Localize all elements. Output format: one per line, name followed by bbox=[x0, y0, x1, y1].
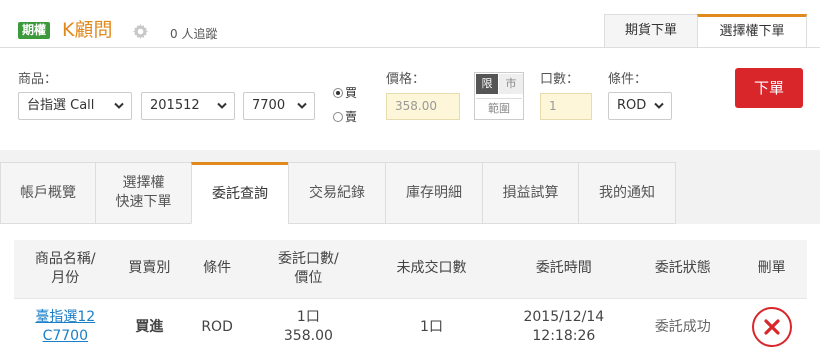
month-value: 201512 bbox=[150, 98, 200, 113]
follower-count: 0 人追蹤 bbox=[170, 27, 218, 41]
chevron-down-icon bbox=[297, 102, 307, 109]
strike-select[interactable]: 7700 bbox=[243, 92, 315, 120]
qty-input[interactable]: 1 bbox=[540, 93, 592, 120]
tab-options-order[interactable]: 選擇權下單 bbox=[697, 14, 807, 48]
cell-side: 買進 bbox=[116, 297, 183, 356]
condition-value: ROD bbox=[617, 98, 647, 113]
chevron-down-icon bbox=[217, 102, 227, 109]
price-label: 價格： bbox=[386, 72, 426, 87]
radio-selected-icon bbox=[333, 88, 343, 98]
header-divider bbox=[0, 47, 820, 48]
header: 期權 K顧問 0 人追蹤 期貨下單 選擇權下單 bbox=[0, 0, 820, 48]
col-delete: 刪單 bbox=[736, 240, 807, 298]
price-mode-limit[interactable]: 限 bbox=[476, 74, 498, 94]
cell-product: 臺指選12 C7700 bbox=[14, 297, 117, 356]
price-input[interactable]: 358.00 bbox=[386, 93, 460, 120]
tab-account-overview[interactable]: 帳戶概覽 bbox=[0, 162, 96, 224]
table-header-row: 商品名稱/ 月份 買賣別 條件 委託口數/ 價位 未成交口數 委託時間 委託狀態… bbox=[14, 240, 807, 298]
price-mode-range[interactable]: 範圍 bbox=[476, 98, 522, 118]
qty-label: 口數： bbox=[540, 72, 580, 87]
buy-label: 買 bbox=[345, 86, 358, 100]
product-label: 商品： bbox=[18, 72, 58, 87]
col-condition: 條件 bbox=[182, 240, 252, 298]
strike-value: 7700 bbox=[252, 98, 286, 113]
price-mode-market[interactable]: 市 bbox=[499, 74, 523, 94]
product-value: 台指選 Call bbox=[27, 98, 95, 113]
cell-qty-price: 1口 358.00 bbox=[251, 297, 365, 356]
gear-icon[interactable] bbox=[133, 24, 148, 39]
tab-quick-order[interactable]: 選擇權 快速下單 bbox=[95, 162, 192, 224]
tab-pnl-calc[interactable]: 損益試算 bbox=[482, 162, 579, 224]
tab-order-query[interactable]: 委託查詢 bbox=[191, 162, 289, 224]
col-unfilled: 未成交口數 bbox=[364, 240, 499, 298]
radio-unselected-icon bbox=[333, 112, 343, 122]
cell-delete bbox=[736, 297, 807, 356]
col-time: 委託時間 bbox=[498, 240, 630, 298]
cell-time: 2015/12/14 12:18:26 bbox=[498, 297, 630, 356]
col-qty-price: 委託口數/ 價位 bbox=[251, 240, 365, 298]
col-status: 委託狀態 bbox=[629, 240, 737, 298]
month-select[interactable]: 201512 bbox=[141, 92, 235, 120]
col-product: 商品名稱/ 月份 bbox=[14, 240, 117, 298]
condition-label: 條件： bbox=[608, 72, 648, 87]
advisor-title: K顧問 bbox=[62, 19, 113, 41]
table-row: 臺指選12 C7700 買進 ROD 1口 358.00 1口 2015/12/… bbox=[14, 297, 807, 356]
tab-inventory[interactable]: 庫存明細 bbox=[385, 162, 483, 224]
chevron-down-icon bbox=[654, 102, 664, 109]
chevron-down-icon bbox=[114, 102, 124, 109]
tab-notifications[interactable]: 我的通知 bbox=[578, 162, 676, 224]
col-side: 買賣別 bbox=[116, 240, 183, 298]
order-table: 商品名稱/ 月份 買賣別 條件 委託口數/ 價位 未成交口數 委託時間 委託狀態… bbox=[14, 240, 807, 356]
sell-radio[interactable]: 賣 bbox=[333, 108, 357, 125]
tab-trade-history[interactable]: 交易紀錄 bbox=[288, 162, 386, 224]
category-badge: 期權 bbox=[18, 22, 51, 39]
buy-radio[interactable]: 買 bbox=[333, 84, 357, 101]
close-icon bbox=[763, 319, 780, 335]
product-link[interactable]: 臺指選12 C7700 bbox=[35, 309, 95, 344]
price-mode-toggle: 限 市 範圍 bbox=[474, 72, 524, 120]
cell-status: 委託成功 bbox=[629, 297, 737, 356]
sell-label: 賣 bbox=[345, 110, 358, 124]
cell-unfilled: 1口 bbox=[364, 297, 499, 356]
tab-futures-order[interactable]: 期貨下單 bbox=[604, 14, 698, 48]
cell-condition: ROD bbox=[182, 297, 252, 356]
delete-order-button[interactable] bbox=[751, 307, 792, 348]
product-select[interactable]: 台指選 Call bbox=[18, 92, 132, 120]
condition-select[interactable]: ROD bbox=[608, 92, 672, 120]
submit-order-button[interactable]: 下單 bbox=[735, 68, 803, 108]
